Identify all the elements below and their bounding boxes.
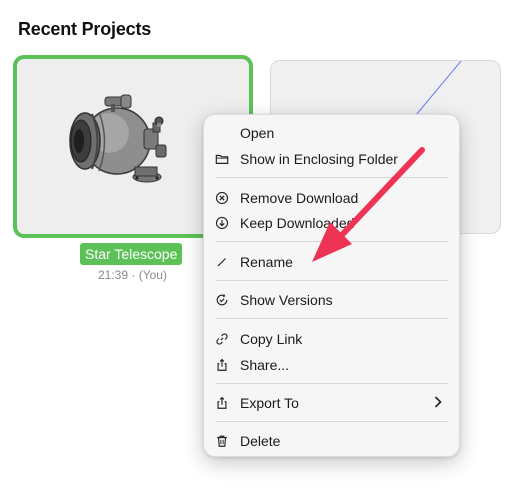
section-title: Recent Projects [18, 19, 152, 39]
menu-item-copy-link[interactable]: Copy Link [214, 327, 450, 351]
menu-item-rename[interactable]: Rename [214, 250, 450, 274]
menu-item-export-to[interactable]: Export To [214, 391, 450, 415]
menu-separator [216, 318, 448, 319]
menu-item-label: Keep Downloaded [240, 215, 355, 231]
menu-item-open[interactable]: Open [214, 121, 450, 145]
menu-item-show-versions[interactable]: Show Versions [214, 288, 450, 312]
menu-separator [216, 383, 448, 384]
remove-circle-icon [214, 190, 230, 206]
menu-item-label: Copy Link [240, 331, 303, 347]
menu-item-label: Remove Download [240, 190, 359, 206]
project-name-label[interactable]: Star Telescope [80, 243, 183, 265]
menu-item-label: Show in Enclosing Folder [240, 151, 398, 167]
pencil-icon [214, 254, 230, 270]
menu-separator [216, 280, 448, 281]
recent-projects-screen: Recent Projects Star Telescope 21:39 · (… [0, 0, 505, 500]
folder-icon [214, 151, 230, 167]
context-menu: Open Show in Enclosing Folder Remove Dow… [203, 114, 460, 457]
menu-item-label: Share... [240, 357, 290, 373]
menu-item-keep-downloaded[interactable]: Keep Downloaded [214, 211, 450, 235]
menu-item-label: Open [240, 125, 275, 141]
chevron-right-icon [432, 394, 444, 413]
project-meta: 21:39 · (You) [98, 268, 167, 282]
menu-item-label: Show Versions [240, 292, 333, 308]
versions-icon [214, 292, 230, 308]
menu-separator [216, 177, 448, 178]
menu-item-show-in-enclosing-folder[interactable]: Show in Enclosing Folder [214, 147, 450, 171]
share-icon [214, 357, 230, 373]
menu-separator [216, 241, 448, 242]
menu-item-label: Rename [240, 254, 293, 270]
menu-item-label: Delete [240, 433, 281, 449]
download-circle-icon [214, 215, 230, 231]
trash-icon [214, 433, 230, 449]
menu-item-delete[interactable]: Delete [214, 429, 450, 453]
export-icon [214, 395, 230, 411]
link-icon [214, 331, 230, 347]
menu-item-remove-download[interactable]: Remove Download [214, 186, 450, 210]
menu-item-share[interactable]: Share... [214, 353, 450, 377]
menu-separator [216, 421, 448, 422]
menu-item-label: Export To [240, 395, 299, 411]
